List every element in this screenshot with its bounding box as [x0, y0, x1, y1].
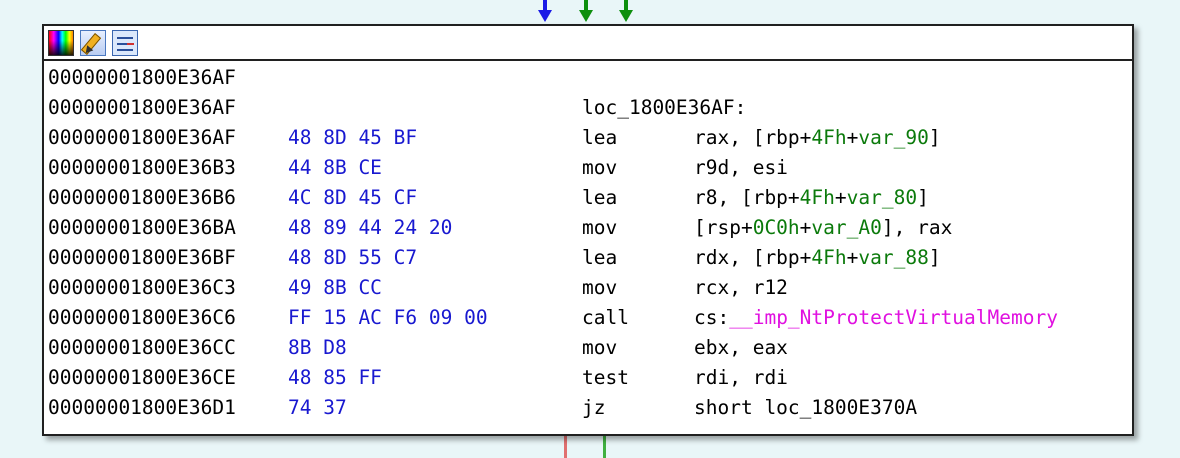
opcode-bytes: 48 8D 45 BF: [288, 126, 418, 149]
address[interactable]: 00000001800E36D1: [48, 393, 236, 423]
operand-text: ebx, eax: [694, 336, 788, 359]
edit-icon[interactable]: [80, 29, 106, 56]
stack-variable[interactable]: var_88: [858, 246, 928, 269]
listing-row[interactable]: 00000001800E36CC 8B D8 mov ebx, eax: [48, 333, 1132, 363]
graph-view-icon[interactable]: [112, 29, 138, 56]
operand-text: +: [846, 246, 859, 269]
instruction-operands[interactable]: short loc_1800E370A: [694, 393, 917, 423]
operand-text: ]: [928, 246, 941, 269]
disassembly-listing: 00000001800E36AF 00000001800E36AF loc_1800…: [44, 61, 1132, 423]
incoming-arrow-blue: [538, 0, 552, 24]
operand-text: r8, [rbp+: [694, 186, 800, 209]
operand-text: ], rax: [881, 216, 953, 239]
stack-variable[interactable]: var_90: [858, 126, 928, 149]
address[interactable]: 00000001800E36AF: [48, 93, 236, 123]
opcode-bytes: 48 8D 55 C7: [288, 246, 418, 269]
instruction-mnemonic[interactable]: jz: [582, 393, 605, 423]
operand-text: rdx, [rbp+: [694, 246, 812, 269]
instruction-mnemonic[interactable]: test: [582, 363, 629, 393]
node-toolbar: [44, 26, 1132, 61]
code-label[interactable]: loc_1800E36AF:: [582, 93, 746, 123]
palette-icon[interactable]: [48, 29, 74, 56]
operand-text: cs:: [694, 306, 730, 329]
incoming-arrow-green: [579, 0, 593, 24]
listing-row[interactable]: 00000001800E36CE 48 85 FF test rdi, rdi: [48, 363, 1132, 393]
listing-row[interactable]: 00000001800E36BA 48 89 44 24 20 mov [rsp+0C…: [48, 213, 1132, 243]
instruction-operands[interactable]: r8, [rbp+4Fh+var_80]: [694, 183, 929, 213]
numeric-operand[interactable]: 4Fh: [800, 186, 835, 209]
opcode-bytes: 74 37: [288, 396, 347, 419]
address[interactable]: 00000001800E36CE: [48, 363, 236, 393]
numeric-operand[interactable]: 0C0h: [753, 216, 800, 239]
operand-text: rax, [rbp+: [694, 126, 812, 149]
operand-text: short loc_1800E370A: [694, 396, 918, 419]
instruction-operands[interactable]: r9d, esi: [694, 153, 788, 183]
operand-text: r9d, esi: [694, 156, 788, 179]
stack-variable[interactable]: var_80: [847, 186, 917, 209]
instruction-mnemonic[interactable]: lea: [582, 183, 617, 213]
graph-node-block[interactable]: 00000001800E36AF 00000001800E36AF loc_1800…: [42, 24, 1134, 436]
address[interactable]: 00000001800E36CC: [48, 333, 236, 363]
address[interactable]: 00000001800E36AF: [48, 123, 236, 153]
instruction-operands[interactable]: cs:__imp_NtProtectVirtualMemory: [694, 303, 1058, 333]
address[interactable]: 00000001800E36C6: [48, 303, 236, 333]
operand-text: +: [846, 126, 859, 149]
listing-row[interactable]: 00000001800E36AF: [48, 63, 1132, 93]
stack-variable[interactable]: var_A0: [811, 216, 881, 239]
operand-text: rcx, r12: [694, 276, 788, 299]
import-symbol[interactable]: __imp_NtProtectVirtualMemory: [729, 306, 1058, 329]
outgoing-edge-false[interactable]: [564, 436, 567, 458]
listing-row[interactable]: 00000001800E36B6 4C 8D 45 CF lea r8, [rbp+4…: [48, 183, 1132, 213]
operand-text: +: [834, 186, 847, 209]
address[interactable]: 00000001800E36BA: [48, 213, 236, 243]
instruction-mnemonic[interactable]: mov: [582, 153, 617, 183]
listing-row[interactable]: 00000001800E36AF loc_1800E36AF:: [48, 93, 1132, 123]
listing-row[interactable]: 00000001800E36D1 74 37 jz short loc_1800E37…: [48, 393, 1132, 423]
instruction-mnemonic[interactable]: mov: [582, 273, 617, 303]
instruction-mnemonic[interactable]: lea: [582, 243, 617, 273]
operand-text: ]: [917, 186, 929, 209]
operand-text: [rsp+: [694, 216, 753, 239]
outgoing-edge-true[interactable]: [603, 436, 606, 458]
instruction-mnemonic[interactable]: call: [582, 303, 629, 333]
address[interactable]: 00000001800E36C3: [48, 273, 236, 303]
instruction-operands[interactable]: rax, [rbp+4Fh+var_90]: [694, 123, 941, 153]
address[interactable]: 00000001800E36B3: [48, 153, 236, 183]
opcode-bytes: 8B D8: [288, 336, 347, 359]
listing-row[interactable]: 00000001800E36C3 49 8B CC mov rcx, r12: [48, 273, 1132, 303]
address[interactable]: 00000001800E36AF: [48, 63, 236, 93]
opcode-bytes: FF 15 AC F6 09 00: [288, 306, 488, 329]
opcode-bytes: 44 8B CE: [288, 156, 382, 179]
address[interactable]: 00000001800E36B6: [48, 183, 236, 213]
incoming-arrow-green: [619, 0, 633, 24]
listing-row[interactable]: 00000001800E36BF 48 8D 55 C7 lea rdx, [rbp+…: [48, 243, 1132, 273]
listing-row[interactable]: 00000001800E36AF 48 8D 45 BF lea rax, [rbp+…: [48, 123, 1132, 153]
instruction-operands[interactable]: rdi, rdi: [694, 363, 788, 393]
numeric-operand[interactable]: 4Fh: [811, 246, 846, 269]
listing-row[interactable]: 00000001800E36C6 FF 15 AC F6 09 00 call cs:…: [48, 303, 1132, 333]
opcode-bytes: 48 89 44 24 20: [288, 216, 453, 239]
address[interactable]: 00000001800E36BF: [48, 243, 236, 273]
instruction-operands[interactable]: ebx, eax: [694, 333, 788, 363]
instruction-mnemonic[interactable]: lea: [582, 123, 617, 153]
numeric-operand[interactable]: 4Fh: [811, 126, 846, 149]
operand-text: rdi, rdi: [694, 366, 788, 389]
instruction-mnemonic[interactable]: mov: [582, 213, 617, 243]
listing-row[interactable]: 00000001800E36B3 44 8B CE mov r9d, esi: [48, 153, 1132, 183]
instruction-operands[interactable]: [rsp+0C0h+var_A0], rax: [694, 213, 952, 243]
operand-text: +: [799, 216, 812, 239]
opcode-bytes: 48 85 FF: [288, 366, 382, 389]
opcode-bytes: 4C 8D 45 CF: [288, 186, 418, 209]
operand-text: ]: [928, 126, 941, 149]
instruction-mnemonic[interactable]: mov: [582, 333, 617, 363]
opcode-bytes: 49 8B CC: [288, 276, 382, 299]
instruction-operands[interactable]: rcx, r12: [694, 273, 788, 303]
instruction-operands[interactable]: rdx, [rbp+4Fh+var_88]: [694, 243, 941, 273]
